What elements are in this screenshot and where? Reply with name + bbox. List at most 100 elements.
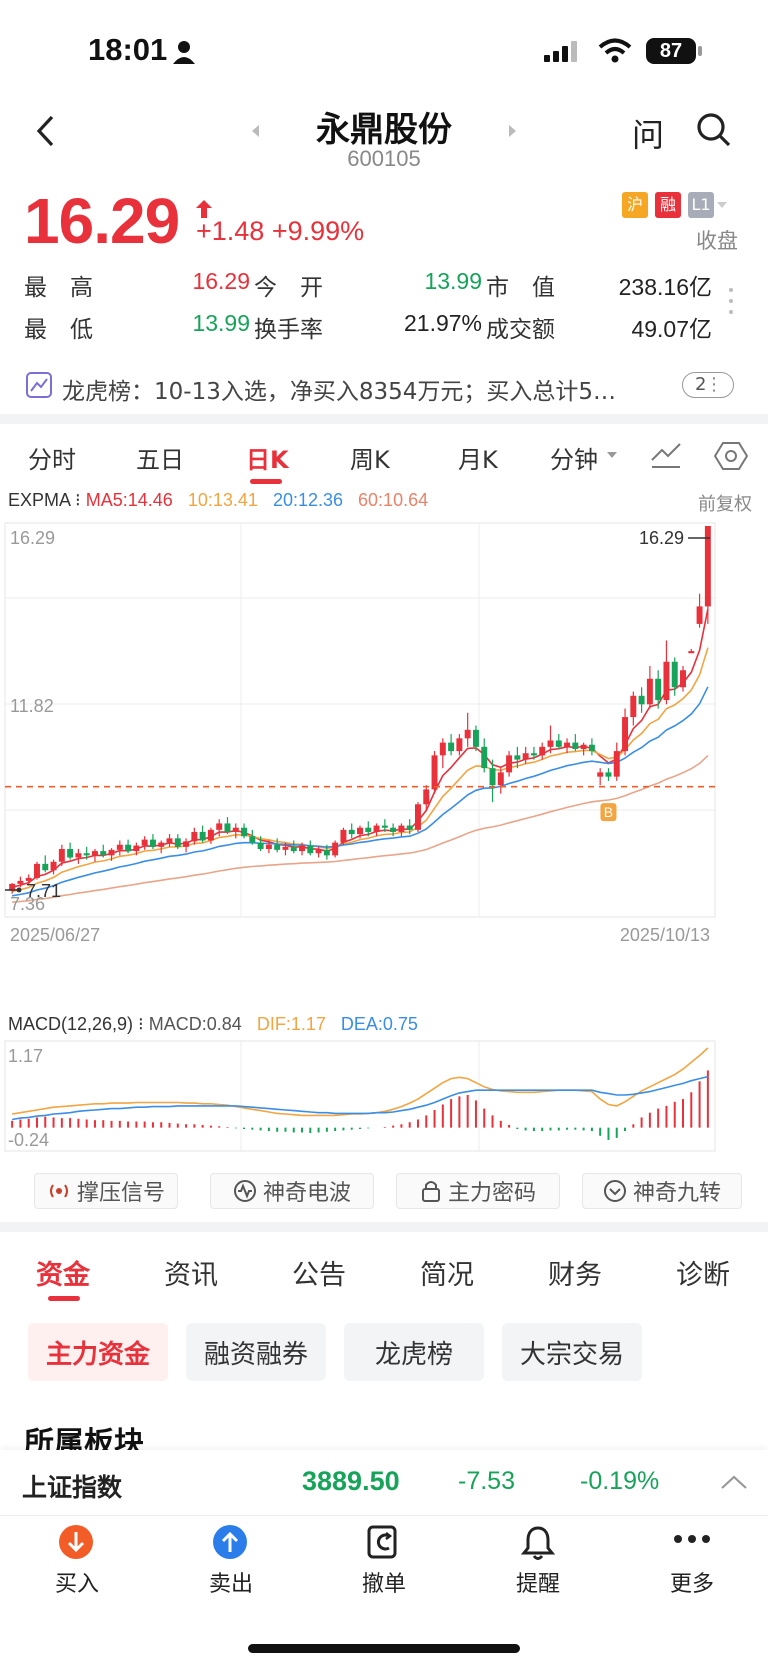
stat-value-low: 13.99 [192,310,250,336]
bell-icon[interactable] [520,1524,556,1562]
candle-body [75,853,82,858]
caret-down-icon[interactable] [716,200,728,210]
candle-body [207,829,214,841]
stat-value-mcap: 238.16亿 [618,274,712,300]
more-dots-icon[interactable] [672,1532,712,1546]
candle-body [646,678,653,705]
chip-block-trade[interactable]: 大宗交易 [502,1323,642,1381]
stat-value-high: 16.29 [192,268,250,294]
candle-body [555,740,562,747]
buy-arrow-icon[interactable] [58,1524,94,1560]
candle-body [58,848,65,862]
lhb-count-badge[interactable]: 2 ⋮ [682,372,734,398]
macd-label: MACD(12,26,9) [8,1014,134,1034]
next-stock-icon[interactable] [508,124,518,138]
macd-legend: MACD(12,26,9) ⁝ MACD:0.84 DIF:1.17 DEA:0… [8,1014,418,1034]
candle-body [307,845,314,854]
settings-hex-icon[interactable] [714,440,748,472]
signal-button-nine[interactable]: 神奇九转 [582,1173,742,1209]
macd-axis-label-max: 1.17 [8,1046,43,1066]
battery-icon: 87 [646,38,696,64]
expma-ma60: 60:10.64 [358,490,429,510]
candle-body [282,846,289,850]
low-price-label: 7.71 [26,881,61,901]
ask-button[interactable]: 问 [632,110,664,156]
candle-body [580,744,587,749]
tab-minute[interactable]: 分钟 [550,440,598,475]
candle-body [216,823,223,830]
wifi-icon [598,38,632,63]
wave-icon [233,1180,256,1202]
nav-buy[interactable]: 买入 [32,1566,122,1598]
candle-body [514,755,521,760]
nav-sell[interactable]: 卖出 [186,1566,276,1598]
macd-chart[interactable]: 1.17 -0.24 [4,1040,764,1152]
candle-body [299,845,306,852]
info-tab-diagnosis[interactable]: 诊断 [676,1253,730,1292]
candle-body [390,827,397,832]
candle-body [224,823,231,832]
nav-cancel[interactable]: 撤单 [339,1566,429,1598]
info-tab-profile[interactable]: 简况 [420,1253,474,1292]
info-tab-news[interactable]: 资讯 [164,1253,218,1292]
sell-arrow-icon[interactable] [212,1524,248,1560]
candle-body [199,831,206,841]
separator [0,414,768,424]
candle-body [141,839,148,846]
badge-level1[interactable]: L1 [688,192,714,218]
badge-margin: 融 [655,192,681,218]
candle-body [663,661,670,701]
candle-body [456,738,463,752]
cancel-order-icon[interactable] [366,1524,402,1560]
lock-icon [421,1181,440,1202]
lhb-row[interactable]: 龙虎榜：10-13入选，净买入8354万元；买入总计5… 2 ⋮ [0,362,768,408]
candle-body [489,768,496,786]
price-change: +1.48 +9.99% [196,216,364,247]
change-value: +1.48 [196,216,265,246]
chip-margin[interactable]: 融资融券 [186,1323,326,1381]
draw-line-icon[interactable] [650,440,682,470]
candle-body [613,751,620,777]
signal-button-code[interactable]: 主力密码 [396,1173,560,1209]
candle-body [464,729,471,739]
info-tab-notice[interactable]: 公告 [292,1253,346,1292]
index-bar[interactable]: 上证指数 3889.50 -7.53 -0.19% [0,1450,768,1516]
badge-shanghai: 沪 [622,192,648,218]
chip-main-funds[interactable]: 主力资金 [28,1323,168,1381]
info-tab-finance[interactable]: 财务 [548,1253,602,1292]
candle-body [149,839,156,847]
chevron-up-icon[interactable] [720,1474,748,1490]
tab-daily-k[interactable]: 日K [246,440,289,475]
expma-ma5: MA5:14.46 [85,490,173,510]
more-vertical-icon[interactable] [728,286,734,316]
broadcast-icon [49,1184,68,1198]
low-marker-dot [16,887,22,893]
tab-five-day[interactable]: 五日 [136,440,184,475]
candle-body [42,863,49,871]
candle-body [108,849,115,856]
search-icon[interactable] [696,112,732,148]
stat-value-open: 13.99 [424,268,482,294]
tab-weekly-k[interactable]: 周K [350,440,390,475]
tab-timeshare[interactable]: 分时 [28,440,76,475]
candle-body [257,842,264,849]
candle-body [381,825,388,828]
candlestick-chart[interactable]: 16.2911.827.362025/06/27 2025/10/1316.297… [4,522,764,1002]
adjust-mode[interactable]: 前复权 [698,490,752,516]
candle-body [431,755,438,790]
signal-button-support[interactable]: 撑压信号 [34,1173,178,1209]
dif-line [11,1047,709,1117]
nav-alert[interactable]: 提醒 [493,1566,583,1598]
candle-body [265,844,272,849]
caret-down-icon[interactable] [606,450,618,460]
chip-lhb[interactable]: 龙虎榜 [344,1323,484,1381]
candle-body [116,844,123,850]
stats-grid: 最 高 16.29 今 开 13.99 市 值 238.16亿 最 低 13.9… [24,268,724,348]
nav-more[interactable]: 更多 [647,1566,737,1598]
candle-body [17,880,24,884]
info-tab-funds[interactable]: 资金 [36,1253,90,1292]
signal-button-wave[interactable]: 神奇电波 [210,1173,374,1209]
tab-monthly-k[interactable]: 月K [458,440,498,475]
stat-label-mcap: 市 值 [486,275,555,301]
candle-body [315,849,322,854]
